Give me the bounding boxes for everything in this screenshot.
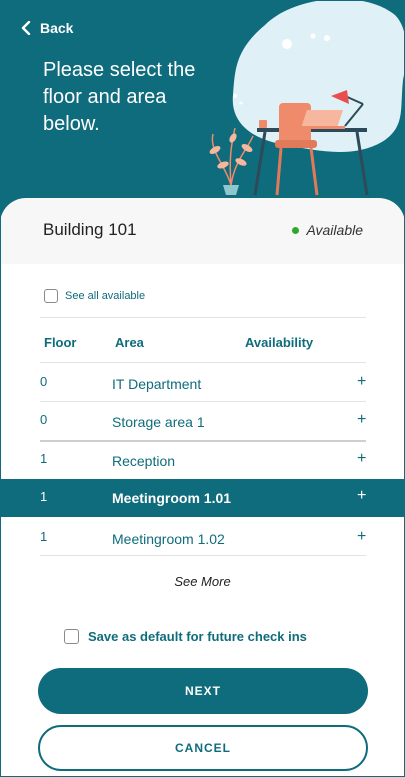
divider: [40, 317, 366, 318]
column-header-availability: Availability: [245, 335, 314, 350]
row-area: Meetingroom 1.01: [112, 490, 232, 506]
checkbox-icon[interactable]: [64, 629, 79, 644]
see-more-link[interactable]: See More: [0, 574, 405, 589]
chevron-left-icon: [21, 21, 31, 35]
column-header-area: Area: [115, 335, 144, 350]
see-all-available-label: See all available: [65, 290, 146, 302]
row-area: Reception: [112, 453, 176, 469]
cancel-button[interactable]: CANCEL: [38, 725, 368, 771]
add-icon[interactable]: +: [357, 373, 366, 391]
building-name: Building 101: [43, 220, 137, 239]
page-title: Please select the floor and area below.: [43, 59, 196, 135]
back-button[interactable]: Back: [20, 20, 73, 36]
row-floor: 0: [40, 412, 48, 427]
row-area: Storage area 1: [112, 414, 205, 430]
status-dot-icon: [292, 226, 300, 234]
add-icon[interactable]: +: [357, 528, 366, 546]
divider: [40, 401, 366, 402]
row-area: Meetingroom 1.02: [112, 531, 225, 547]
back-label: Back: [40, 20, 74, 36]
row-area: IT Department: [112, 376, 202, 392]
save-default-checkbox[interactable]: Save as default for future check ins: [64, 629, 307, 644]
row-floor: 1: [40, 451, 48, 466]
status-label: Available: [306, 222, 363, 238]
table-row-selected[interactable]: 1 Meetingroom 1.01 +: [0, 479, 405, 517]
status-badge: Available: [292, 222, 363, 238]
table-row[interactable]: 1 Meetingroom 1.02 +: [0, 528, 405, 567]
row-floor: 0: [40, 374, 48, 389]
row-floor: 1: [40, 529, 48, 544]
divider: [40, 362, 366, 363]
next-button[interactable]: NEXT: [38, 668, 368, 714]
row-floor: 1: [40, 489, 48, 504]
add-icon[interactable]: +: [357, 411, 366, 429]
see-all-available-checkbox[interactable]: See all available: [44, 289, 145, 303]
add-icon[interactable]: +: [357, 487, 366, 505]
divider: [40, 440, 366, 442]
column-header-floor: Floor: [44, 335, 77, 350]
desk-illustration: [209, 0, 405, 196]
save-default-label: Save as default for future check ins: [88, 629, 307, 644]
table-row[interactable]: 0 Storage area 1 +: [0, 411, 405, 450]
building-card: Building 101 Available: [0, 198, 405, 264]
add-icon[interactable]: +: [357, 450, 366, 468]
table-row[interactable]: 0 IT Department +: [0, 373, 405, 412]
checkbox-icon[interactable]: [44, 289, 58, 303]
divider: [40, 555, 366, 556]
